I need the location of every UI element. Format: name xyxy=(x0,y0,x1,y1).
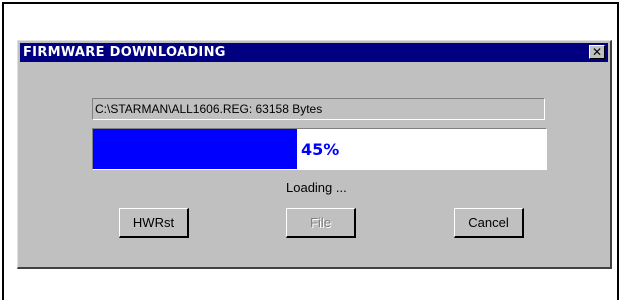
hwrst-button-label: HWRst xyxy=(132,215,175,230)
hwrst-button[interactable]: HWRst xyxy=(119,208,189,238)
file-button-label: File xyxy=(310,215,331,230)
file-info-text: C:\STARMAN\ALL1606.REG: 63158 Bytes xyxy=(95,102,323,116)
title-bar[interactable]: FIRMWARE DOWNLOADING ✕ xyxy=(20,43,608,62)
progress-fill xyxy=(93,129,297,169)
file-info-field: C:\STARMAN\ALL1606.REG: 63158 Bytes xyxy=(92,98,545,120)
cancel-button[interactable]: Cancel xyxy=(454,208,524,238)
file-button[interactable]: File xyxy=(286,208,356,238)
status-text: Loading ... xyxy=(286,180,347,195)
progress-bar: 45% xyxy=(92,128,547,170)
close-icon[interactable]: ✕ xyxy=(589,45,605,59)
dialog-title: FIRMWARE DOWNLOADING xyxy=(23,45,226,60)
cancel-button-label: Cancel xyxy=(468,215,509,230)
progress-percent: 45% xyxy=(301,140,340,159)
firmware-download-dialog: FIRMWARE DOWNLOADING ✕ C:\STARMAN\ALL160… xyxy=(17,40,612,269)
